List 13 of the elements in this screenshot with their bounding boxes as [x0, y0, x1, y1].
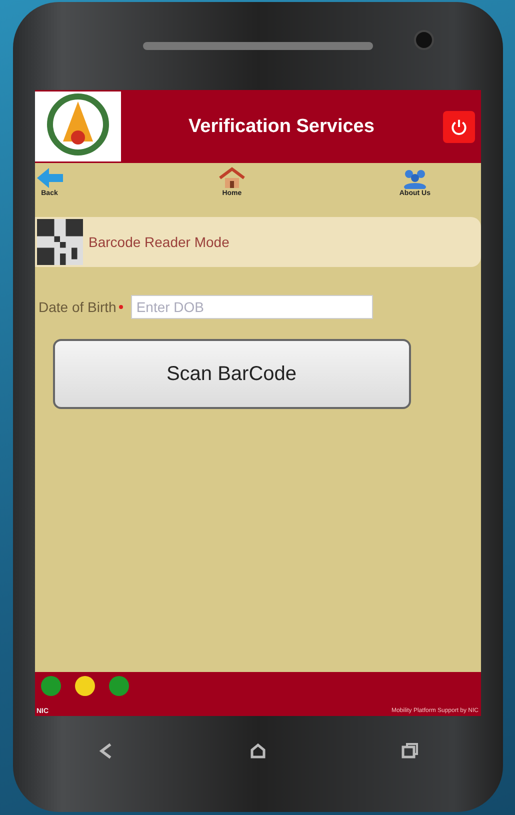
- back-arrow-icon: [34, 167, 64, 189]
- scan-barcode-button[interactable]: Scan BarCode: [52, 339, 410, 409]
- app-title: Verification Services: [188, 116, 376, 138]
- mode-label: Barcode Reader Mode: [88, 234, 230, 250]
- dob-input[interactable]: Enter DOB: [131, 295, 374, 319]
- home-nav-icon[interactable]: [248, 741, 268, 761]
- camera-lens: [414, 30, 434, 50]
- power-icon: [450, 118, 468, 136]
- power-button[interactable]: [442, 110, 474, 142]
- dob-label: Date of Birth: [38, 299, 116, 315]
- qr-code-icon: [34, 219, 84, 265]
- recents-nav-icon[interactable]: [400, 741, 420, 761]
- house-icon: [216, 167, 247, 189]
